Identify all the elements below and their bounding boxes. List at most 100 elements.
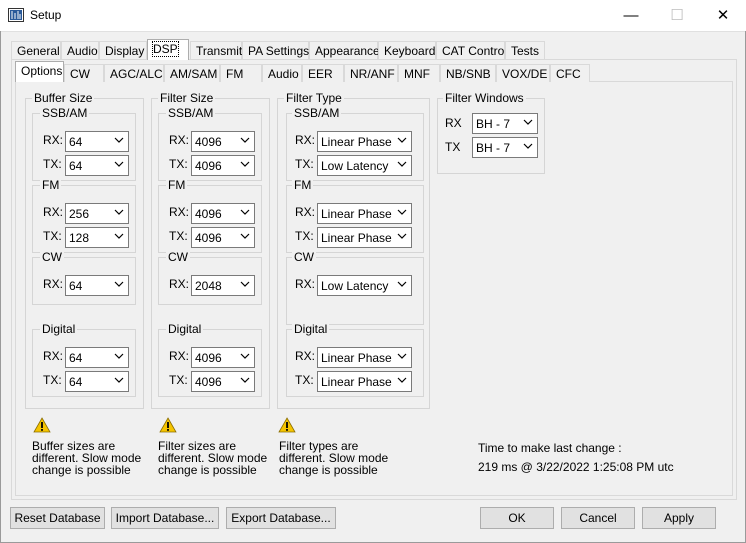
chevron-down-icon xyxy=(523,143,533,149)
tab-audio[interactable]: Audio xyxy=(61,41,99,59)
buffer-ssb-tx-select[interactable]: 64 xyxy=(65,155,129,176)
tab-appearance[interactable]: Appearance xyxy=(309,41,380,59)
subtab-audio[interactable]: Audio xyxy=(262,64,302,82)
filter-size-title: Filter Size xyxy=(158,91,216,105)
chevron-down-icon xyxy=(397,137,407,143)
timing-label: Time to make last change : xyxy=(478,441,622,455)
filter-cw-title: CW xyxy=(166,250,190,264)
rx-label: RX: xyxy=(295,349,316,363)
ok-button[interactable]: OK xyxy=(480,507,554,529)
chevron-down-icon xyxy=(114,161,124,167)
subtab-fm[interactable]: FM xyxy=(220,64,262,82)
chevron-down-icon xyxy=(240,353,250,359)
tab-tests[interactable]: Tests xyxy=(505,41,545,59)
type-warning-text: Filter types are different. Slow mode chan… xyxy=(279,439,389,477)
subtab-agc-alc[interactable]: AGC/ALC xyxy=(104,64,164,82)
tab-dsp[interactable]: DSP xyxy=(147,39,189,60)
type-digital-rx-select[interactable]: Linear Phase xyxy=(317,347,412,368)
filter-digital-rx-select[interactable]: 4096 xyxy=(191,347,255,368)
chevron-down-icon xyxy=(240,281,250,287)
type-cw-rx-select[interactable]: Low Latency xyxy=(317,275,412,296)
rx-label: RX xyxy=(445,116,462,130)
minimize-button[interactable]: — xyxy=(608,0,654,31)
chevron-down-icon xyxy=(114,281,124,287)
tab-pa-settings[interactable]: PA Settings xyxy=(242,41,309,59)
chevron-down-icon xyxy=(114,233,124,239)
subtab-nr-anf[interactable]: NR/ANF xyxy=(344,64,398,82)
chevron-down-icon xyxy=(397,209,407,215)
close-button[interactable]: ✕ xyxy=(700,0,746,31)
type-digital-title: Digital xyxy=(292,322,330,336)
filter-cw-rx-select[interactable]: 2048 xyxy=(191,275,255,296)
warning-icon xyxy=(33,417,51,433)
window-title: Setup xyxy=(30,8,62,22)
tx-label: TX: xyxy=(169,157,188,171)
window-rx-select[interactable]: BH - 7 xyxy=(472,113,538,134)
filter-fm-title: FM xyxy=(166,178,188,192)
buffer-ssb-rx-select[interactable]: 64 xyxy=(65,131,129,152)
rx-label: RX: xyxy=(295,133,316,147)
reset-database-button[interactable]: Reset Database xyxy=(10,507,105,529)
filter-digital-tx-select[interactable]: 4096 xyxy=(191,371,255,392)
tx-label: TX: xyxy=(43,373,62,387)
buffer-digital-rx-select[interactable]: 64 xyxy=(65,347,129,368)
chevron-down-icon xyxy=(240,161,250,167)
chevron-down-icon xyxy=(240,209,250,215)
maximize-button[interactable]: ☐ xyxy=(654,0,700,31)
buffer-cw-rx-select[interactable]: 64 xyxy=(65,275,129,296)
subtab-eer[interactable]: EER xyxy=(302,64,344,82)
tx-label: TX: xyxy=(169,373,188,387)
buffer-warning-text: Buffer sizes are different. Slow mode chan… xyxy=(32,439,142,477)
subtab-options[interactable]: Options xyxy=(15,61,64,82)
filter-ssb-tx-select[interactable]: 4096 xyxy=(191,155,255,176)
type-cw-title: CW xyxy=(292,250,316,264)
subtab-mnf[interactable]: MNF xyxy=(398,64,440,82)
import-database-button[interactable]: Import Database... xyxy=(111,507,219,529)
chevron-down-icon xyxy=(397,233,407,239)
filter-windows-group xyxy=(437,98,545,174)
subtab-nb-snb[interactable]: NB/SNB xyxy=(440,64,496,82)
buffer-digital-title: Digital xyxy=(40,322,78,336)
chevron-down-icon xyxy=(114,137,124,143)
chevron-down-icon xyxy=(240,233,250,239)
apply-button[interactable]: Apply xyxy=(642,507,716,529)
timing-value: 219 ms @ 3/22/2022 1:25:08 PM utc xyxy=(478,460,674,474)
rx-label: RX: xyxy=(43,133,64,147)
buffer-fm-rx-select[interactable]: 256 xyxy=(65,203,129,224)
filter-ssb-rx-select[interactable]: 4096 xyxy=(191,131,255,152)
tx-label: TX: xyxy=(295,373,314,387)
filter-ssb-title: SSB/AM xyxy=(166,106,216,120)
title-bar: Setup — ☐ ✕ xyxy=(0,0,746,32)
type-fm-title: FM xyxy=(292,178,314,192)
subtab-vox-de[interactable]: VOX/DE xyxy=(496,64,550,82)
type-fm-tx-select[interactable]: Linear Phase xyxy=(317,227,412,248)
type-ssb-rx-select[interactable]: Linear Phase xyxy=(317,131,412,152)
type-fm-rx-select[interactable]: Linear Phase xyxy=(317,203,412,224)
filter-fm-rx-select[interactable]: 4096 xyxy=(191,203,255,224)
filter-fm-tx-select[interactable]: 4096 xyxy=(191,227,255,248)
chevron-down-icon xyxy=(114,377,124,383)
chevron-down-icon xyxy=(240,377,250,383)
tab-display[interactable]: Display xyxy=(99,41,147,59)
subtab-am-sam[interactable]: AM/SAM xyxy=(164,64,220,82)
buffer-fm-title: FM xyxy=(40,178,62,192)
subtab-cw[interactable]: CW xyxy=(64,64,104,82)
tab-keyboard[interactable]: Keyboard xyxy=(378,41,436,59)
chevron-down-icon xyxy=(397,281,407,287)
buffer-fm-tx-select[interactable]: 128 xyxy=(65,227,129,248)
buffer-cw-title: CW xyxy=(40,250,64,264)
chevron-down-icon xyxy=(397,161,407,167)
export-database-button[interactable]: Export Database... xyxy=(226,507,336,529)
cancel-button[interactable]: Cancel xyxy=(561,507,635,529)
type-ssb-tx-select[interactable]: Low Latency xyxy=(317,155,412,176)
type-digital-tx-select[interactable]: Linear Phase xyxy=(317,371,412,392)
buffer-digital-tx-select[interactable]: 64 xyxy=(65,371,129,392)
rx-label: RX: xyxy=(169,133,190,147)
tab-general[interactable]: General xyxy=(11,41,61,59)
window-tx-select[interactable]: BH - 7 xyxy=(472,137,538,158)
tab-cat-control[interactable]: CAT Control xyxy=(436,41,507,59)
app-icon xyxy=(8,8,24,22)
subtab-cfc[interactable]: CFC xyxy=(550,64,590,82)
tx-label: TX: xyxy=(295,157,314,171)
tab-transmit[interactable]: Transmit xyxy=(190,41,242,59)
